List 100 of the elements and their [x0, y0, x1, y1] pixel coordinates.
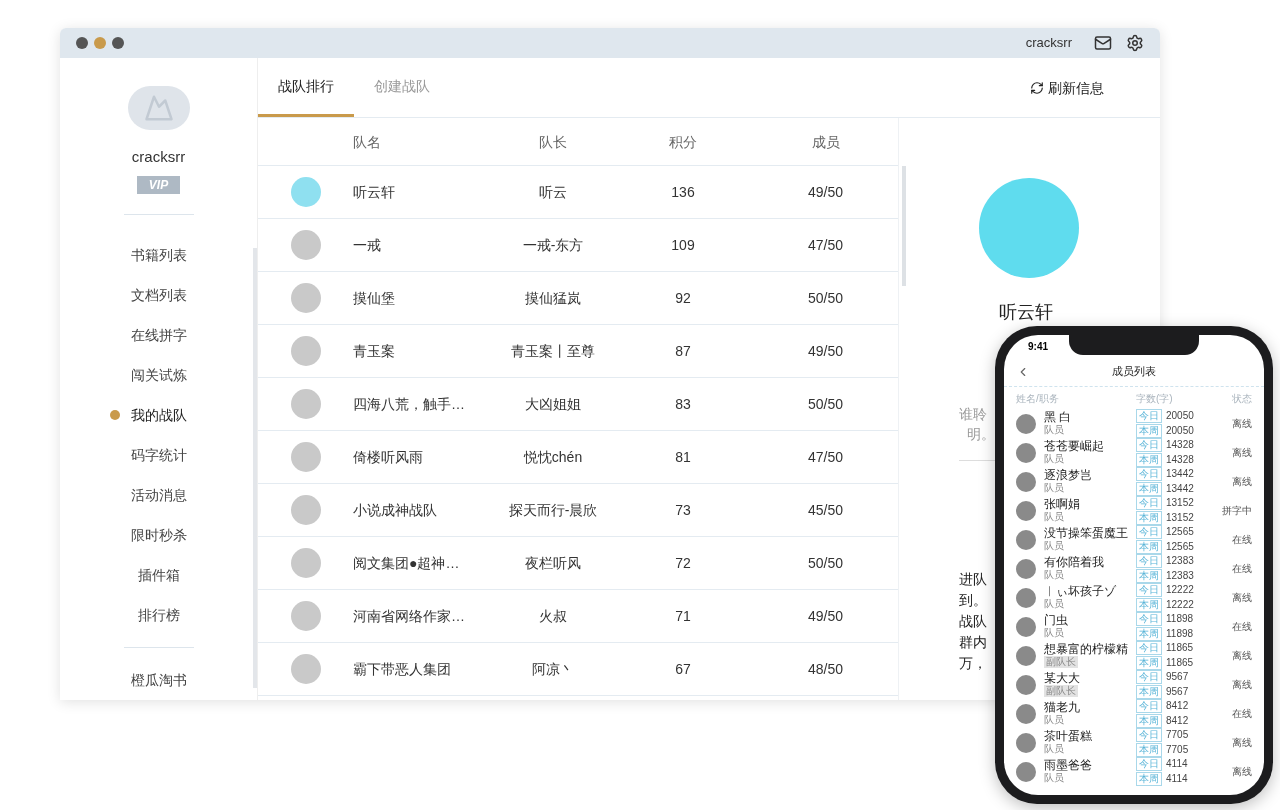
- word-count: 9567: [1166, 671, 1189, 683]
- sidebar-item[interactable]: 书籍列表: [130, 245, 187, 265]
- member-avatar: [1016, 732, 1036, 753]
- today-tag: 今日: [1136, 670, 1162, 684]
- settings-icon[interactable]: [1126, 34, 1144, 52]
- sidebar-item[interactable]: 橙瓜淘书: [130, 670, 187, 690]
- week-tag: 本周: [1136, 540, 1162, 554]
- today-tag: 今日: [1136, 525, 1162, 539]
- word-count: 13152: [1166, 497, 1194, 509]
- member-name: 某大大: [1044, 672, 1080, 685]
- sidebar-item[interactable]: 我的战队: [130, 405, 187, 425]
- table-cell-text: 47/50: [806, 448, 844, 467]
- table-cell-text: 81: [674, 448, 692, 467]
- member-role: 队员: [1044, 453, 1064, 465]
- today-tag: 今日: [1136, 438, 1162, 452]
- week-tag: 本周: [1136, 453, 1162, 467]
- table-cell-text: 47/50: [806, 236, 844, 255]
- word-count: 4114: [1166, 773, 1188, 785]
- today-tag: 今日: [1136, 728, 1162, 742]
- column-header: 队名: [353, 132, 382, 152]
- week-tag: 本周: [1136, 656, 1162, 670]
- refresh-button[interactable]: 刷新信息: [1030, 58, 1104, 117]
- member-avatar: [1016, 413, 1036, 434]
- today-tag: 今日: [1136, 409, 1162, 423]
- member-status: 拼字中: [1221, 504, 1252, 518]
- description-text: 谁聆: [959, 405, 987, 424]
- column-header: 状态: [1231, 391, 1252, 406]
- team-avatar: [290, 389, 321, 419]
- column-header: 队长: [538, 132, 568, 152]
- notes-text: 群内: [959, 633, 987, 652]
- tab[interactable]: 战队排行: [258, 58, 354, 117]
- sidebar-item[interactable]: 闯关试炼: [130, 365, 187, 385]
- sidebar-item[interactable]: 限时秒杀: [130, 525, 187, 545]
- word-count: 4114: [1166, 758, 1188, 770]
- member-status: 在线: [1231, 533, 1252, 547]
- word-count: 12565: [1166, 541, 1194, 553]
- member-status: 离线: [1231, 591, 1252, 605]
- table-cell-text: 霸下带恶人集团: [353, 660, 452, 679]
- sidebar-item[interactable]: 活动消息: [130, 485, 187, 505]
- notes-text: 万，: [959, 654, 987, 673]
- sidebar-item[interactable]: 排行榜: [137, 605, 180, 625]
- member-name: ︱ぃ坏孩子ゾ: [1044, 585, 1116, 598]
- scrollbar[interactable]: [902, 166, 906, 286]
- sidebar-item[interactable]: 码字统计: [130, 445, 187, 465]
- table-cell-text: 大凶姐姐: [524, 395, 582, 414]
- table-cell-text: 听云轩: [353, 183, 396, 202]
- sidebar-item[interactable]: 在线拼字: [130, 325, 187, 345]
- notes-text: 到。: [959, 591, 987, 610]
- member-name: 门虫: [1044, 614, 1068, 627]
- team-avatar: [290, 177, 321, 207]
- word-count: 11898: [1166, 628, 1194, 640]
- today-tag: 今日: [1136, 699, 1162, 713]
- member-avatar: [1016, 587, 1036, 608]
- week-tag: 本周: [1136, 772, 1162, 786]
- member-avatar: [1016, 529, 1036, 550]
- member-avatar: [1016, 674, 1036, 695]
- member-name: 黑 白: [1044, 411, 1072, 424]
- table-cell-text: 火叔: [538, 607, 568, 626]
- word-count: 12383: [1166, 555, 1194, 567]
- table-cell-text: 夜栏听风: [524, 554, 582, 573]
- member-avatar: [1016, 761, 1036, 782]
- member-name: 逐浪梦岂: [1044, 469, 1092, 482]
- week-tag: 本周: [1136, 569, 1162, 583]
- member-role: 队员: [1044, 569, 1064, 581]
- table-cell-text: 一戒: [353, 236, 382, 255]
- column-header: 字数(字): [1136, 391, 1174, 406]
- member-status: 在线: [1231, 620, 1252, 634]
- column-header: 成员: [810, 132, 841, 152]
- table-cell-text: 48/50: [806, 660, 844, 679]
- table-cell-text: 50/50: [806, 289, 844, 308]
- member-role: 队员: [1044, 482, 1064, 494]
- table-cell-text: 倚楼听风雨: [353, 448, 424, 467]
- word-count: 8412: [1166, 715, 1189, 727]
- member-role: 队员: [1044, 714, 1064, 726]
- table-cell-text: 50/50: [806, 554, 844, 573]
- today-tag: 今日: [1136, 641, 1162, 655]
- sidebar-item[interactable]: 文档列表: [130, 285, 187, 305]
- member-avatar: [1016, 471, 1036, 492]
- word-count: 14328: [1166, 454, 1194, 466]
- table-cell-text: 136: [670, 183, 696, 202]
- table-cell-text: 阅文集团●超神…: [353, 554, 461, 573]
- today-tag: 今日: [1136, 467, 1162, 481]
- today-tag: 今日: [1136, 554, 1162, 568]
- member-role: 副队长: [1044, 656, 1078, 668]
- member-name: 猫老九: [1044, 701, 1080, 714]
- notes-text: 战队: [959, 612, 987, 631]
- member-role: 队员: [1044, 772, 1064, 784]
- sidebar-item[interactable]: 插件箱: [137, 565, 180, 585]
- table-cell-text: 49/50: [806, 607, 844, 626]
- table-cell-text: 四海八荒，触手…: [353, 395, 466, 414]
- table-cell-text: 49/50: [806, 183, 844, 202]
- member-status: 离线: [1231, 765, 1252, 779]
- table-cell-text: 72: [674, 554, 692, 573]
- member-status: 离线: [1231, 736, 1252, 750]
- table-cell-text: 92: [674, 289, 692, 308]
- mail-icon[interactable]: [1094, 34, 1112, 52]
- member-status: 离线: [1231, 475, 1252, 489]
- team-avatar: [290, 230, 321, 260]
- table-cell-text: 河南省网络作家…: [353, 607, 466, 626]
- word-count: 13442: [1166, 468, 1194, 480]
